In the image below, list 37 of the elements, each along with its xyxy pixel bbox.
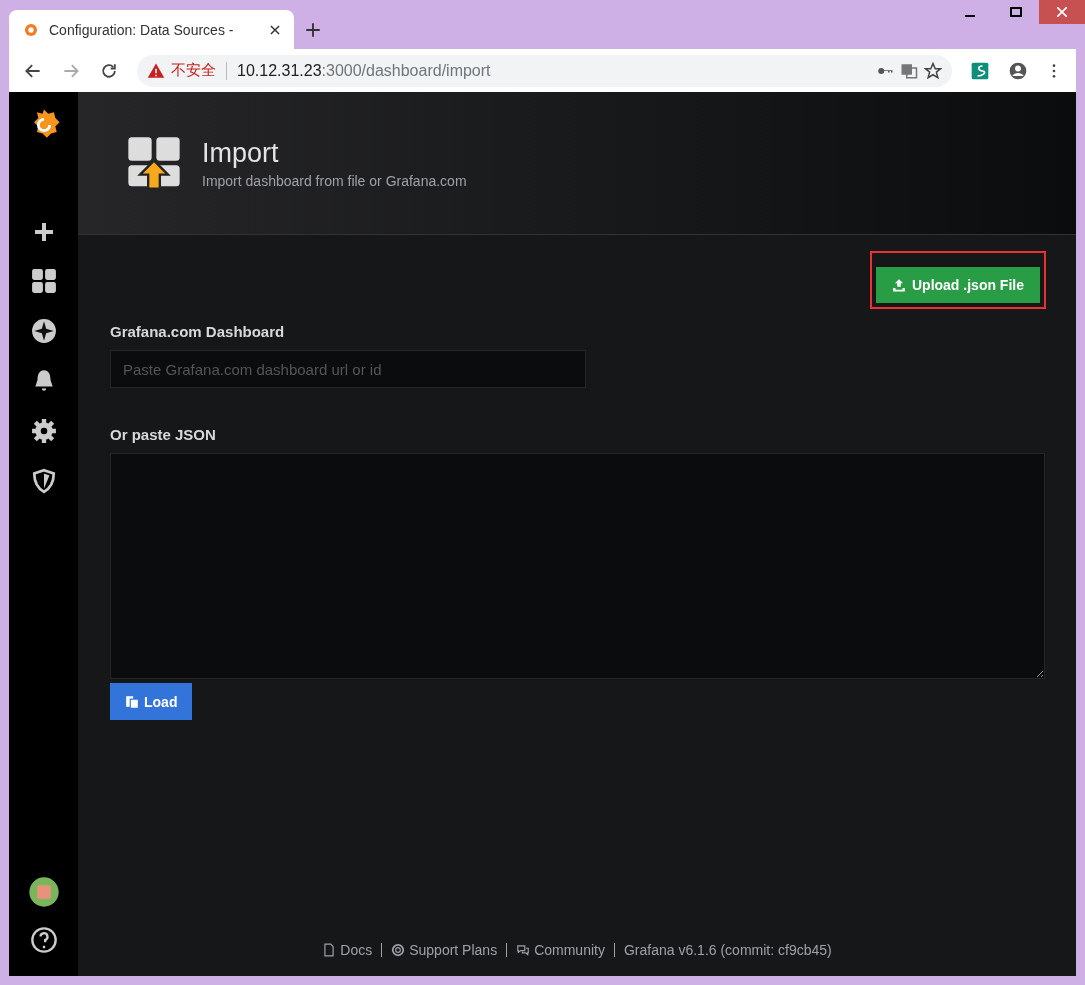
shield-icon[interactable] bbox=[30, 468, 57, 494]
security-warning: 不安全 bbox=[171, 61, 216, 80]
close-icon bbox=[1057, 7, 1067, 17]
grid-icon[interactable] bbox=[30, 268, 57, 294]
maximize-icon bbox=[1010, 7, 1022, 17]
address-bar[interactable]: 不安全 10.12.31.23:3000/dashboard/import bbox=[137, 54, 952, 87]
field-label: Or paste JSON bbox=[110, 426, 217, 443]
page-subtitle: Import dashboard from file or Grafana.com bbox=[202, 172, 467, 189]
close-icon[interactable] bbox=[268, 22, 282, 37]
field-label: Grafana.com Dashboard bbox=[110, 323, 286, 340]
translate-icon[interactable] bbox=[900, 61, 918, 80]
footer-link[interactable]: Community bbox=[516, 942, 605, 958]
grid-upload-icon bbox=[126, 135, 182, 191]
help-icon[interactable] bbox=[29, 926, 58, 954]
url-host: 10.12.31.23:3000/dashboard/import bbox=[237, 61, 491, 80]
browser-tab[interactable]: Configuration: Data Sources - bbox=[9, 10, 294, 49]
extension-icon[interactable] bbox=[970, 60, 990, 81]
load-button[interactable]: Load bbox=[110, 683, 193, 720]
version-text: Grafana v6.1.6 (commit: cf9cb45) bbox=[623, 942, 832, 958]
page-title: Import bbox=[202, 137, 280, 169]
footer-link[interactable]: Docs bbox=[322, 942, 373, 958]
chat-bubbles-icon bbox=[516, 943, 531, 957]
upload-icon bbox=[892, 278, 906, 292]
document-icon bbox=[322, 943, 337, 957]
upload-button[interactable]: Upload .json File bbox=[876, 267, 1040, 303]
settings-icon[interactable] bbox=[30, 418, 57, 444]
account-icon[interactable] bbox=[1008, 60, 1028, 81]
plus-icon[interactable] bbox=[304, 21, 322, 39]
warning-icon bbox=[147, 61, 165, 80]
avatar-icon[interactable] bbox=[27, 876, 60, 908]
compass-icon[interactable] bbox=[30, 318, 57, 344]
tab-title: Configuration: Data Sources - bbox=[49, 21, 235, 38]
star-icon[interactable] bbox=[924, 61, 942, 80]
minimize-icon bbox=[965, 15, 975, 17]
footer-link[interactable]: Support Plans bbox=[391, 942, 498, 958]
copy-icon bbox=[125, 694, 139, 709]
dashboard-url-field[interactable]: Paste Grafana.com dashboard url or id bbox=[110, 350, 586, 388]
